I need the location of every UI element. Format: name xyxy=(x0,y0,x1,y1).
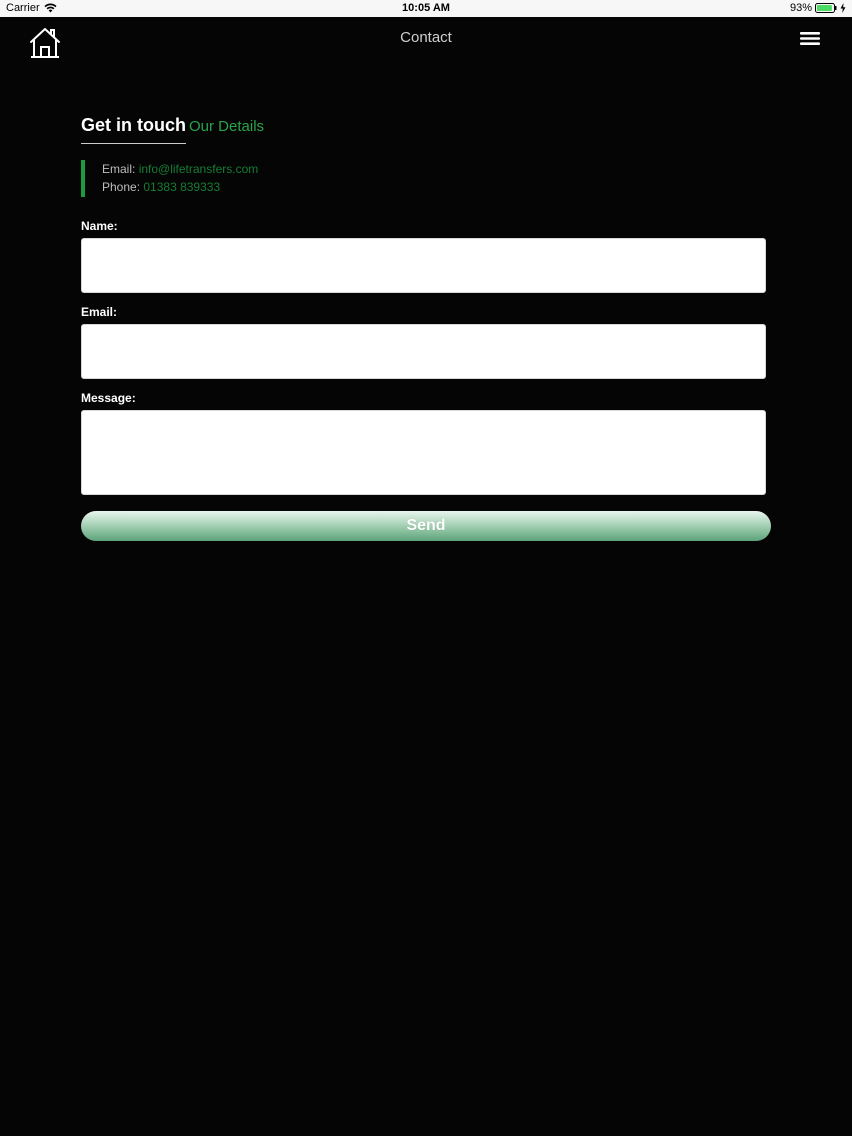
phone-detail-link[interactable]: 01383 839333 xyxy=(143,180,220,194)
battery-icon xyxy=(815,3,837,13)
message-label: Message: xyxy=(81,391,136,405)
status-bar: Carrier 10:05 AM 93% xyxy=(0,0,852,17)
email-detail-link[interactable]: info@lifetransfers.com xyxy=(139,162,259,176)
contact-details: Email: info@lifetransfers.com Phone: 013… xyxy=(81,160,771,197)
phone-detail-row: Phone: 01383 839333 xyxy=(102,178,771,196)
status-time: 10:05 AM xyxy=(402,2,450,14)
heading-row: Get in touch Our Details xyxy=(81,115,771,144)
charging-icon xyxy=(840,3,846,13)
nav-bar: Contact xyxy=(0,17,852,61)
name-input[interactable] xyxy=(81,238,766,293)
email-input[interactable] xyxy=(81,324,766,379)
page-title: Contact xyxy=(400,29,452,46)
get-in-touch-heading: Get in touch xyxy=(81,115,186,144)
send-button[interactable]: Send xyxy=(81,511,771,541)
contact-content: Get in touch Our Details Email: info@lif… xyxy=(81,115,771,541)
phone-detail-label: Phone: xyxy=(102,180,144,194)
name-label: Name: xyxy=(81,219,118,233)
email-detail-row: Email: info@lifetransfers.com xyxy=(102,160,771,178)
hamburger-menu-icon[interactable] xyxy=(800,31,820,46)
message-textarea[interactable] xyxy=(81,410,766,495)
our-details-subheading: Our Details xyxy=(189,118,265,135)
status-right: 93% xyxy=(790,2,846,14)
email-detail-label: Email: xyxy=(102,162,139,176)
battery-percent: 93% xyxy=(789,2,812,14)
email-label: Email: xyxy=(81,305,118,319)
